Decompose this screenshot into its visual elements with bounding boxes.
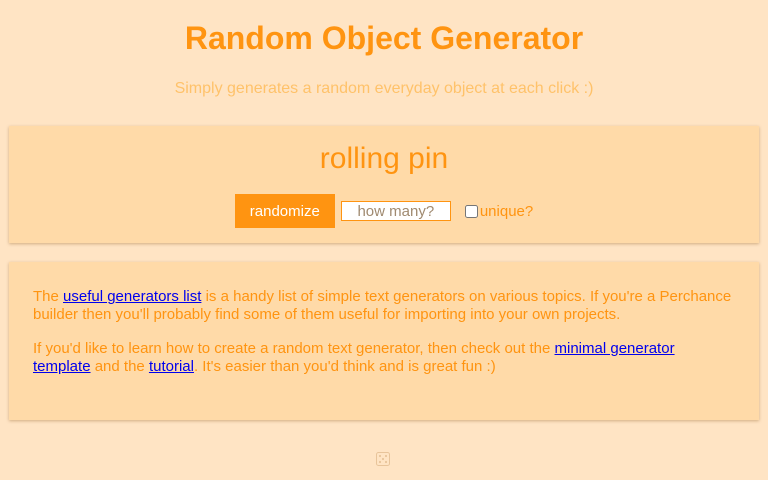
- tutorial-link[interactable]: tutorial: [149, 358, 194, 375]
- unique-label: unique?: [479, 202, 534, 220]
- info-card: The useful generators list is a handy li…: [9, 262, 759, 420]
- info-body: The useful generators list is a handy li…: [33, 288, 735, 392]
- page-title: Random Object Generator: [184, 20, 584, 56]
- unique-checkbox[interactable]: [464, 204, 478, 218]
- generator-controls: randomize unique?: [9, 194, 759, 228]
- useful-generators-link[interactable]: useful generators list: [63, 288, 201, 305]
- info-text: If you'd like to learn how to create a r…: [33, 340, 555, 357]
- randomize-button[interactable]: randomize: [234, 194, 335, 228]
- info-text: The: [33, 288, 64, 305]
- page: Random Object Generator Simply generates…: [0, 0, 768, 480]
- info-paragraph-2: If you'd like to learn how to create a r…: [33, 340, 735, 376]
- how-many-input[interactable]: [340, 201, 451, 221]
- info-text: and the: [90, 358, 149, 375]
- info-paragraph-1: The useful generators list is a handy li…: [33, 288, 735, 324]
- unique-toggle[interactable]: unique?: [464, 202, 534, 220]
- info-text: . It's easier than you'd think and is gr…: [193, 358, 496, 375]
- generated-object-output: rolling pin: [319, 142, 449, 175]
- output-card: rolling pin randomize unique?: [9, 126, 759, 243]
- dice-icon[interactable]: [376, 452, 390, 466]
- page-subtitle: Simply generates a random everyday objec…: [174, 80, 594, 97]
